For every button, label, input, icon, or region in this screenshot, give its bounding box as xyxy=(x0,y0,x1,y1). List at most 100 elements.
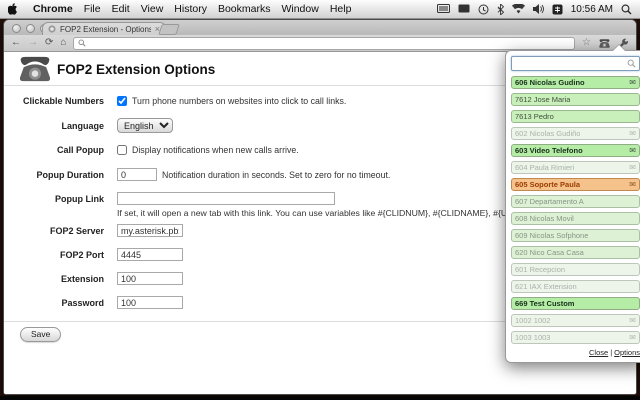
forward-icon[interactable]: → xyxy=(28,38,38,48)
field-label: Extension xyxy=(4,274,104,284)
voicemail-envelope-icon[interactable]: ✉ xyxy=(629,180,636,189)
volume-icon[interactable] xyxy=(533,4,544,14)
tab-fop2-options[interactable]: FOP2 Extension - Options × xyxy=(42,22,166,35)
back-icon[interactable]: ← xyxy=(11,38,21,48)
call-popup-checkbox[interactable] xyxy=(117,145,127,155)
clickable-numbers-checkbox[interactable] xyxy=(117,96,127,106)
fop2-server-input[interactable] xyxy=(117,224,183,237)
fop2-extension-icon[interactable] xyxy=(598,38,611,49)
extension-list-item[interactable]: 7612 Jose Maria xyxy=(511,93,640,106)
extension-list-item[interactable]: 669 Test Custom xyxy=(511,297,640,310)
menu-item-edit[interactable]: Edit xyxy=(112,3,130,15)
close-window-button[interactable] xyxy=(12,24,21,33)
popup-duration-input[interactable] xyxy=(117,168,157,181)
displays-mirroring-icon[interactable] xyxy=(458,4,470,14)
minimize-window-button[interactable] xyxy=(26,24,35,33)
extension-list-item[interactable]: 1003 1003 ✉ xyxy=(511,331,640,344)
display-icon[interactable] xyxy=(437,4,450,14)
extension-label: 601 Recepcion xyxy=(515,264,565,275)
field-label: FOP2 Port xyxy=(4,250,104,260)
extension-search-box[interactable] xyxy=(511,56,640,71)
popup-link-input[interactable] xyxy=(117,192,335,205)
menu-item-window[interactable]: Window xyxy=(281,3,318,15)
tab-strip: FOP2 Extension - Options × xyxy=(4,20,636,35)
field-label: Language xyxy=(4,121,104,131)
voicemail-envelope-icon[interactable]: ✉ xyxy=(629,316,636,325)
password-input[interactable] xyxy=(117,296,183,309)
menu-bar: Chrome File Edit View History Bookmarks Window… xyxy=(0,0,640,19)
extension-label: 669 Test Custom xyxy=(515,298,574,309)
extension-list-item[interactable]: 601 Recepcion xyxy=(511,263,640,276)
extension-label: 1003 1003 xyxy=(515,332,550,343)
screen: Chrome File Edit View History Bookmarks Window… xyxy=(0,0,640,400)
extension-list-item[interactable]: 1002 1002 ✉ xyxy=(511,314,640,327)
extension-list-item[interactable]: 606 Nicolas Gudino✉ xyxy=(511,76,640,89)
extension-list-item[interactable]: 602 Nicolas Gudiño✉ xyxy=(511,127,640,140)
form-row-call-popup: Call Popup Display notifications when ne… xyxy=(4,145,484,155)
home-icon[interactable]: ⌂ xyxy=(60,38,66,48)
extension-label: 621 IAX Extension xyxy=(515,281,577,292)
extension-list-item[interactable]: 607 Departamento A xyxy=(511,195,640,208)
field-label: Popup Link xyxy=(4,194,104,204)
form-row-extension: Extension xyxy=(4,272,484,285)
checkbox-description: Turn phone numbers on websites into clic… xyxy=(132,96,346,106)
popup-link-help: If set, it will open a new tab with this… xyxy=(117,208,563,218)
bookmark-star-icon[interactable]: ☆ xyxy=(582,38,591,48)
save-button[interactable]: Save xyxy=(20,327,61,342)
field-label: Call Popup xyxy=(4,145,104,155)
extension-list-item[interactable]: 7613 Pedro xyxy=(511,110,640,123)
extension-label: 607 Departamento A xyxy=(515,196,584,207)
extension-label: 620 Nico Casa Casa xyxy=(515,247,584,258)
voicemail-envelope-icon[interactable]: ✉ xyxy=(629,129,636,138)
tab-title: FOP2 Extension - Options xyxy=(60,25,151,34)
options-link[interactable]: Options xyxy=(614,348,640,357)
extension-list-item[interactable]: 621 IAX Extension xyxy=(511,280,640,293)
extension-list-item[interactable]: 604 Paula Rimieri✉ xyxy=(511,161,640,174)
new-tab-button[interactable] xyxy=(158,24,180,35)
menu-item-bookmarks[interactable]: Bookmarks xyxy=(218,3,271,15)
extension-search-input[interactable] xyxy=(515,58,627,69)
extension-input[interactable] xyxy=(117,272,183,285)
extension-list-item[interactable]: 620 Nico Casa Casa xyxy=(511,246,640,259)
menu-item-view[interactable]: View xyxy=(141,3,164,15)
voicemail-envelope-icon[interactable]: ✉ xyxy=(629,78,636,87)
menu-bar-status-area: 10:56 AM xyxy=(437,4,632,15)
language-select[interactable]: English xyxy=(117,118,173,133)
form-row-password: Password xyxy=(4,296,484,309)
checkbox-description: Display notifications when new calls arr… xyxy=(132,145,299,155)
extension-list-item[interactable]: 605 Soporte Paula✉ xyxy=(511,178,640,191)
voicemail-envelope-icon[interactable]: ✉ xyxy=(629,163,636,172)
menu-item-chrome[interactable]: Chrome xyxy=(33,3,73,15)
address-bar[interactable] xyxy=(73,37,575,50)
wifi-icon[interactable] xyxy=(512,4,525,14)
tab-favicon xyxy=(48,25,56,33)
field-label: FOP2 Server xyxy=(4,226,104,236)
extension-label: 603 Video Telefono xyxy=(515,145,583,156)
reload-icon[interactable]: ⟳ xyxy=(45,38,53,48)
menu-item-history[interactable]: History xyxy=(174,3,207,15)
input-menu-icon[interactable] xyxy=(552,4,563,15)
extension-list-item[interactable]: 603 Video Telefono ✉ xyxy=(511,144,640,157)
field-description: Notification duration in seconds. Set to… xyxy=(162,170,390,180)
extension-list-item[interactable]: 609 Nicolas Sofphone xyxy=(511,229,640,242)
time-machine-icon[interactable] xyxy=(478,4,489,15)
voicemail-envelope-icon[interactable]: ✉ xyxy=(629,146,636,155)
form-row-popup-duration: Popup Duration Notification duration in … xyxy=(4,168,484,181)
menu-clock[interactable]: 10:56 AM xyxy=(571,4,613,15)
voicemail-envelope-icon[interactable]: ✉ xyxy=(629,333,636,342)
form-row-language: Language English xyxy=(4,118,484,133)
spotlight-icon[interactable] xyxy=(621,4,632,15)
search-icon xyxy=(78,39,86,47)
fop2-port-input[interactable] xyxy=(117,248,183,261)
rotary-phone-icon xyxy=(16,55,54,88)
extension-list: 606 Nicolas Gudino✉ 7612 Jose Maria 7613 P… xyxy=(511,76,640,344)
popup-arrow-fill xyxy=(613,45,625,51)
apple-logo-icon[interactable] xyxy=(8,3,18,15)
close-link[interactable]: Close xyxy=(589,348,608,357)
form-row-fop2-server: FOP2 Server xyxy=(4,224,484,237)
menu-item-help[interactable]: Help xyxy=(330,3,352,15)
bluetooth-icon[interactable] xyxy=(497,4,504,15)
extension-label: 1002 1002 xyxy=(515,315,550,326)
menu-item-file[interactable]: File xyxy=(84,3,101,15)
extension-list-item[interactable]: 608 Nicolas Movil xyxy=(511,212,640,225)
